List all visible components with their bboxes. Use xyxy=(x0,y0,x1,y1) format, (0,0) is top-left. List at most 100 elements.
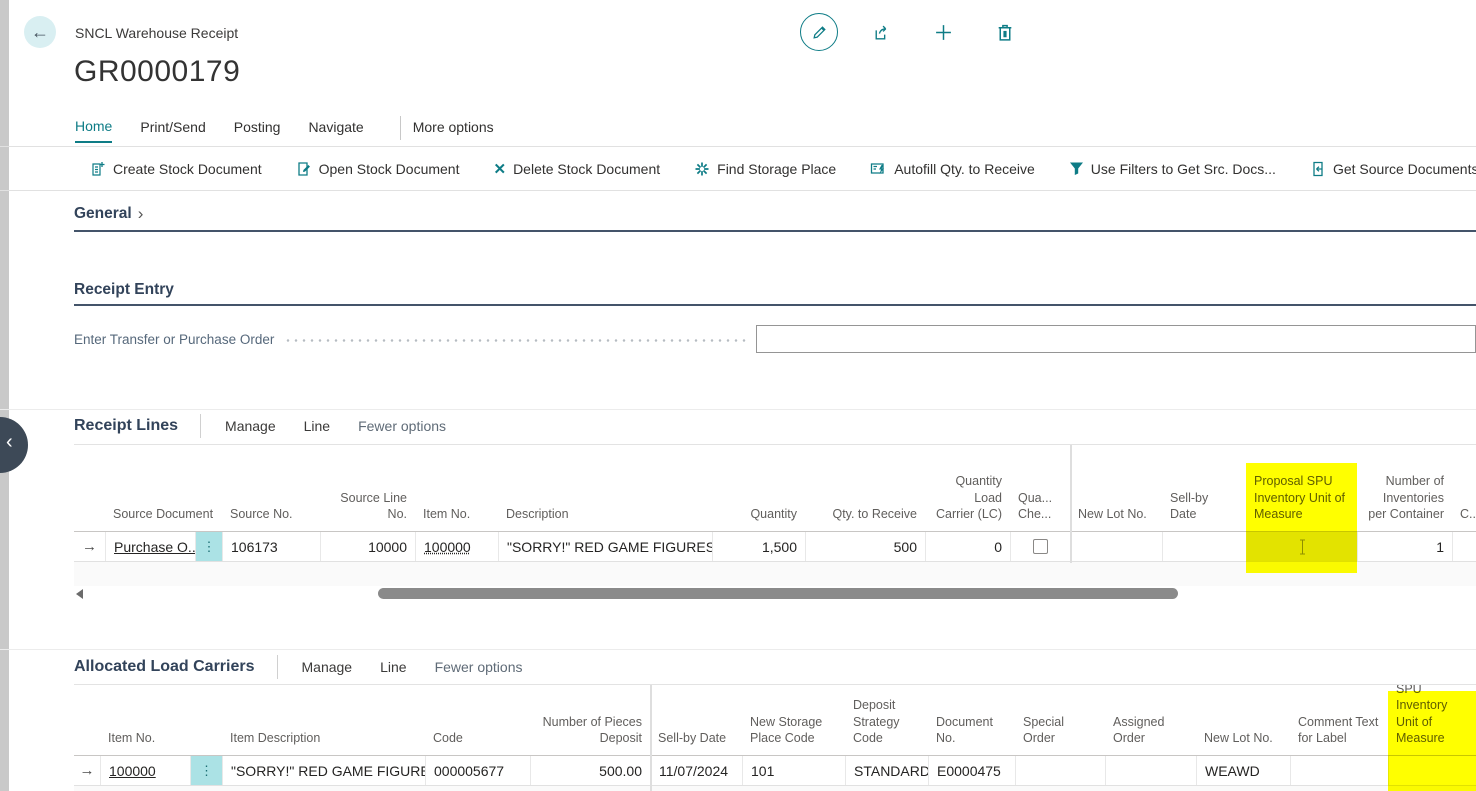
col-qty-to-receive[interactable]: Qty. to Receive xyxy=(805,445,925,531)
allocated-line-menu[interactable]: Line xyxy=(380,659,406,675)
col-comment-text-for-label[interactable]: Comment Text for Label xyxy=(1290,685,1388,755)
divider xyxy=(0,409,1476,410)
receipt-lines-grid: Source Document Source No. Source Line N… xyxy=(74,444,1476,586)
document-edit-icon xyxy=(296,161,312,177)
col-sell-by-date[interactable]: Sell-by Date xyxy=(1162,445,1246,531)
allocated-load-carriers-title: Allocated Load Carriers xyxy=(74,658,255,676)
cell-special-order[interactable] xyxy=(1015,756,1105,785)
allocated-manage-menu[interactable]: Manage xyxy=(302,659,353,675)
receipt-lines-fewer-options[interactable]: Fewer options xyxy=(358,418,446,434)
plus-icon xyxy=(934,23,953,42)
col-source-line-no[interactable]: Source Line No. xyxy=(320,445,415,531)
cell-new-storage-place-code[interactable]: 101 xyxy=(742,756,845,785)
col-truncated[interactable]: C... xyxy=(1452,445,1476,531)
tab-navigate[interactable]: Navigate xyxy=(308,119,363,142)
more-options-button[interactable]: More options xyxy=(413,119,494,142)
tab-posting[interactable]: Posting xyxy=(234,119,281,142)
item-no-link[interactable]: 100000 xyxy=(424,539,471,555)
allocated-row[interactable]: → 100000 ⋮ "SORRY!" RED GAME FIGURES ...… xyxy=(74,756,1476,786)
cell-sell-by-date[interactable]: 11/07/2024 xyxy=(650,756,742,785)
col-item-no[interactable]: Item No. xyxy=(100,685,222,755)
divider xyxy=(0,649,1476,650)
cell-code[interactable]: 000005677 xyxy=(425,756,530,785)
col-deposit-strategy-code[interactable]: Deposit Strategy Code xyxy=(845,685,928,755)
allocated-fewer-options[interactable]: Fewer options xyxy=(435,659,523,675)
x-icon: ✕ xyxy=(493,160,506,178)
delete-button[interactable] xyxy=(986,13,1024,51)
item-no-link[interactable]: 100000 xyxy=(109,763,156,779)
cell-quantity-load-carrier[interactable]: 0 xyxy=(925,532,1010,561)
col-number-of-pieces-deposit[interactable]: Number of Pieces Deposit xyxy=(530,685,650,755)
scrollbar-thumb[interactable] xyxy=(378,588,1178,599)
autofill-icon xyxy=(870,161,887,176)
horizontal-scrollbar[interactable] xyxy=(74,587,1476,601)
find-storage-place-button[interactable]: Find Storage Place xyxy=(694,161,836,177)
cell-document-no[interactable]: E0000475 xyxy=(928,756,1015,785)
chevron-right-icon: › xyxy=(138,204,144,224)
create-stock-document-button[interactable]: Create Stock Document xyxy=(90,161,262,177)
tab-print-send[interactable]: Print/Send xyxy=(140,119,205,142)
col-sell-by-date[interactable]: Sell-by Date xyxy=(650,685,742,755)
window-edge-strip xyxy=(0,0,9,791)
cell-comment-text-for-label[interactable] xyxy=(1290,756,1388,785)
cell-item-description[interactable]: "SORRY!" RED GAME FIGURES ... xyxy=(222,756,425,785)
receipt-lines-line-menu[interactable]: Line xyxy=(304,418,330,434)
cell-new-lot-no[interactable]: WEAWD xyxy=(1196,756,1290,785)
row-options-icon[interactable]: ⋮ xyxy=(190,756,222,785)
cell-inventories-per-container[interactable]: 1 xyxy=(1357,532,1452,561)
col-code[interactable]: Code xyxy=(425,685,530,755)
col-new-lot-no[interactable]: New Lot No. xyxy=(1196,685,1290,755)
tab-home[interactable]: Home xyxy=(75,118,112,143)
col-source-document[interactable]: Source Document xyxy=(105,445,222,531)
col-quantity[interactable]: Quantity xyxy=(712,445,805,531)
open-stock-document-button[interactable]: Open Stock Document xyxy=(296,161,460,177)
col-assigned-order[interactable]: Assigned Order xyxy=(1105,685,1196,755)
cell-truncated[interactable] xyxy=(1452,532,1476,561)
col-special-order[interactable]: Special Order xyxy=(1015,685,1105,755)
row-indicator-icon: → xyxy=(82,538,97,555)
new-button[interactable] xyxy=(924,13,962,51)
cell-source-no[interactable]: 106173 xyxy=(222,532,320,561)
col-quantity-load-carrier[interactable]: Quantity Load Carrier (LC) xyxy=(925,445,1010,531)
back-button[interactable]: ← xyxy=(24,16,56,48)
cell-source-line-no[interactable]: 10000 xyxy=(320,532,415,561)
col-inventories-per-container[interactable]: Number of Inventories per Container xyxy=(1357,445,1452,531)
get-source-documents-button[interactable]: Get Source Documents… xyxy=(1310,161,1476,177)
order-field-label: Enter Transfer or Purchase Order xyxy=(74,332,274,347)
col-document-no[interactable]: Document No. xyxy=(928,685,1015,755)
edit-button[interactable] xyxy=(800,13,838,51)
col-new-lot-no[interactable]: New Lot No. xyxy=(1070,445,1162,531)
cell-number-of-pieces-deposit[interactable]: 500.00 xyxy=(530,756,650,785)
cell-new-lot-no[interactable] xyxy=(1070,532,1162,561)
asterisk-icon xyxy=(694,161,710,177)
document-plus-icon xyxy=(90,161,106,177)
order-input[interactable] xyxy=(756,325,1476,353)
col-source-no[interactable]: Source No. xyxy=(222,445,320,531)
col-description[interactable]: Description xyxy=(498,445,712,531)
pencil-icon xyxy=(811,24,828,41)
quality-check-checkbox[interactable] xyxy=(1033,539,1048,554)
source-document-link[interactable]: Purchase O... xyxy=(114,539,195,555)
use-filters-button[interactable]: Use Filters to Get Src. Docs... xyxy=(1069,161,1276,177)
cell-sell-by-date[interactable] xyxy=(1162,532,1246,561)
cell-qty-to-receive[interactable]: 500 xyxy=(805,532,925,561)
allocated-load-carriers-header: Allocated Load Carriers Manage Line Fewe… xyxy=(74,655,551,679)
col-quality-check[interactable]: Qua... Che... xyxy=(1010,445,1070,531)
cell-description[interactable]: "SORRY!" RED GAME FIGURES ... xyxy=(498,532,712,561)
autofill-qty-button[interactable]: Autofill Qty. to Receive xyxy=(870,161,1035,177)
row-options-icon[interactable]: ⋮ xyxy=(195,532,222,561)
cell-quantity[interactable]: 1,500 xyxy=(712,532,805,561)
col-item-description[interactable]: Item Description xyxy=(222,685,425,755)
col-new-storage-place-code[interactable]: New Storage Place Code xyxy=(742,685,845,755)
share-button[interactable] xyxy=(862,13,900,51)
delete-stock-document-button[interactable]: ✕ Delete Stock Document xyxy=(493,160,660,178)
scroll-left-arrow-icon[interactable] xyxy=(76,589,83,599)
cell-assigned-order[interactable] xyxy=(1105,756,1196,785)
action-bar: Create Stock Document Open Stock Documen… xyxy=(0,147,1476,190)
receipt-lines-manage-menu[interactable]: Manage xyxy=(225,418,276,434)
cell-deposit-strategy-code[interactable]: STANDARD xyxy=(845,756,928,785)
collapse-panel-button[interactable]: ‹ xyxy=(0,417,28,473)
section-general[interactable]: General › xyxy=(74,204,143,224)
chevron-left-icon: ‹ xyxy=(6,431,13,454)
col-item-no[interactable]: Item No. xyxy=(415,445,498,531)
